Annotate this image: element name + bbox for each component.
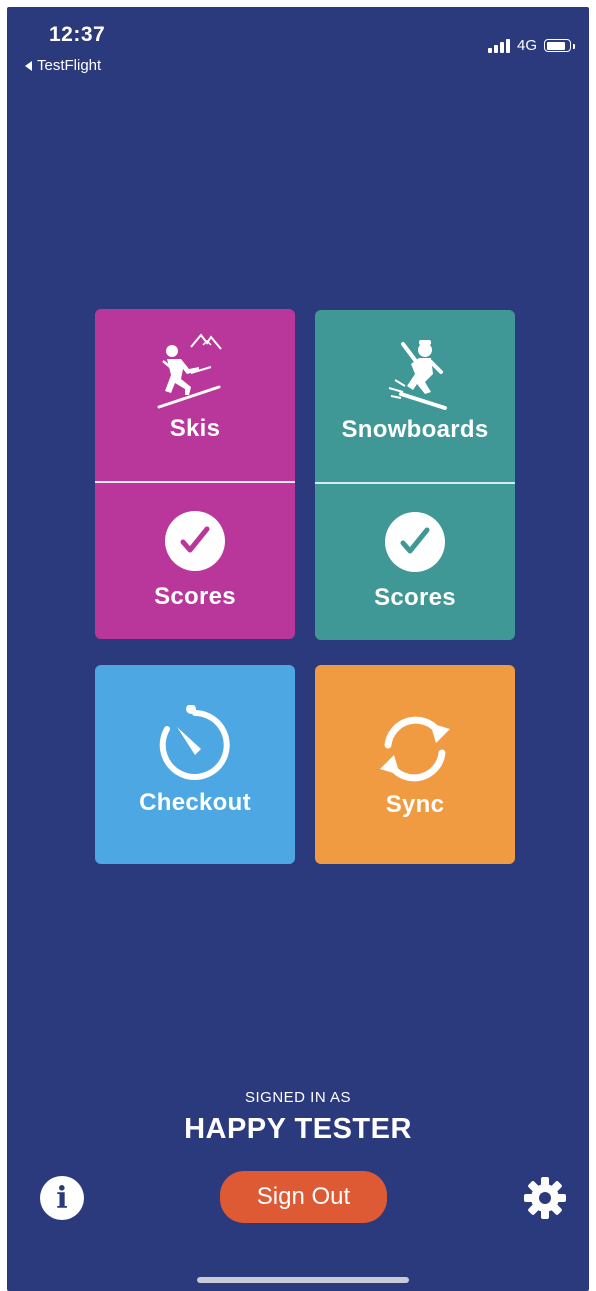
signal-icon: [487, 38, 510, 53]
status-time: 12:37: [49, 23, 106, 46]
skis-scores-button[interactable]: Scores: [95, 483, 295, 639]
info-button[interactable]: i: [40, 1176, 84, 1220]
sign-out-button[interactable]: Sign Out: [220, 1171, 387, 1223]
battery-icon: [544, 39, 575, 52]
skis-button[interactable]: Skis: [95, 309, 295, 482]
skis-tile: Skis Scores: [95, 309, 295, 639]
skis-scores-label: Scores: [154, 583, 236, 610]
app-screen: 12:37 TestFlight 4G Skis Scores Snowboar…: [7, 7, 589, 1291]
checkout-button[interactable]: Checkout: [95, 665, 295, 864]
sync-icon: [380, 716, 450, 782]
snowboards-scores-button[interactable]: Scores: [315, 484, 515, 640]
stopwatch-icon: [159, 705, 230, 780]
snowboarder-icon: [388, 340, 447, 410]
skier-icon: [157, 333, 222, 409]
gear-icon: [524, 1177, 566, 1219]
sync-label: Sync: [385, 791, 445, 818]
user-name: HAPPY TESTER: [184, 1113, 412, 1145]
info-icon: i: [56, 1180, 68, 1216]
snowboards-button[interactable]: Snowboards: [315, 310, 515, 483]
check-icon: [385, 512, 445, 572]
skis-label: Skis: [169, 415, 221, 442]
network-label: 4G: [516, 37, 537, 54]
back-to-app-link[interactable]: TestFlight: [25, 57, 101, 74]
sync-button[interactable]: Sync: [315, 665, 515, 864]
home-indicator[interactable]: [197, 1277, 409, 1283]
back-app-label: TestFlight: [37, 57, 102, 74]
checkout-label: Checkout: [139, 789, 251, 816]
signed-in-label: SIGNED IN AS: [244, 1089, 352, 1106]
snowboards-label: Snowboards: [341, 416, 489, 443]
snowboards-scores-label: Scores: [374, 584, 456, 611]
check-icon: [165, 511, 225, 571]
snowboards-tile: Snowboards Scores: [315, 310, 515, 640]
status-indicators: 4G: [487, 37, 575, 54]
back-arrow-icon: [25, 60, 32, 71]
settings-button[interactable]: [523, 1176, 567, 1220]
battery-level: [546, 41, 566, 50]
